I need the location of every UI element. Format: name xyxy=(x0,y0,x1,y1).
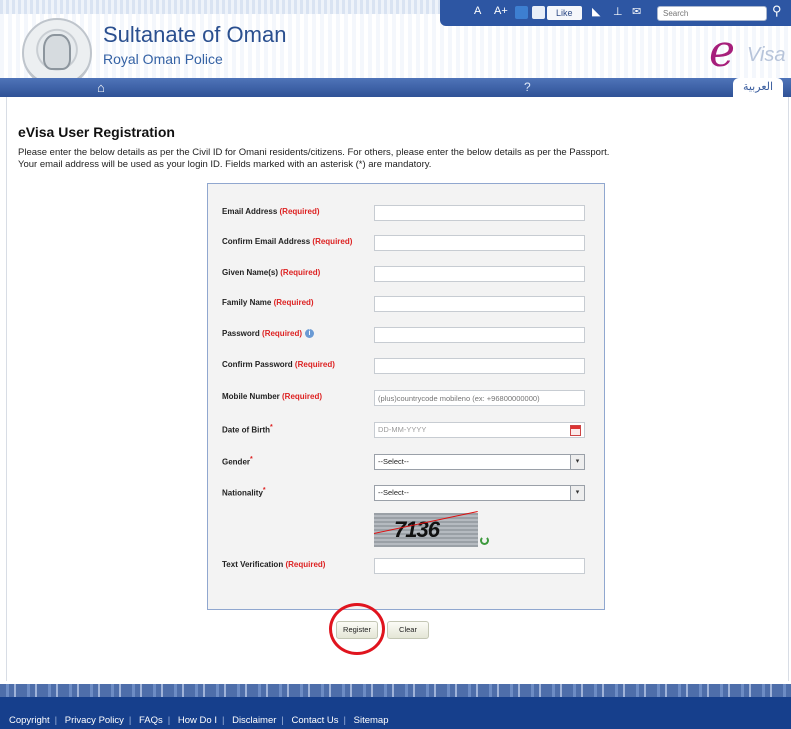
nationality-select[interactable]: --Select-- ▾ xyxy=(374,485,585,501)
footer-link-contact-us[interactable]: Contact Us xyxy=(292,715,339,726)
given-name-field[interactable] xyxy=(374,266,585,282)
confirm-password-field[interactable] xyxy=(374,358,585,374)
date-of-birth-placeholder: DD-MM-YYYY xyxy=(378,425,427,434)
help-link[interactable]: ? xyxy=(524,80,531,94)
site-header: Sultanate of Oman Royal Oman Police A A+… xyxy=(0,0,791,97)
password-field[interactable] xyxy=(374,327,585,343)
font-increase-button[interactable]: A+ xyxy=(494,5,508,17)
gender-label: Gender* xyxy=(222,456,253,467)
site-title: Sultanate of Oman xyxy=(103,22,287,47)
site-footer: Copyright | Privacy Policy | FAQs | How Do … xyxy=(0,697,791,729)
font-decrease-button[interactable]: A xyxy=(474,5,481,17)
rss-icon[interactable]: ◣ xyxy=(592,5,600,18)
page-title: eVisa User Registration xyxy=(18,124,175,140)
emblem-crest xyxy=(43,34,71,70)
chevron-down-icon[interactable]: ▾ xyxy=(570,455,584,469)
required-tag: (Required) xyxy=(312,237,353,246)
family-name-label: Family Name (Required) xyxy=(222,298,314,307)
text-verification-label: Text Verification (Required) xyxy=(222,560,326,569)
footer-link-sitemap[interactable]: Sitemap xyxy=(354,715,389,726)
required-tag: (Required) xyxy=(282,392,323,401)
footer-link-copyright[interactable]: Copyright xyxy=(9,715,50,726)
captcha-refresh-icon[interactable] xyxy=(480,536,489,545)
email-icon[interactable]: ✉ xyxy=(632,5,641,18)
intro-line-2: Your email address will be used as your … xyxy=(18,159,432,170)
intro-line-1: Please enter the below details as per th… xyxy=(18,147,610,158)
evisa-logo: e Visa xyxy=(703,26,789,77)
intro-text: Please enter the below details as per th… xyxy=(18,147,778,171)
footer-pattern xyxy=(0,684,791,697)
nationality-label: Nationality* xyxy=(222,487,266,498)
required-tag: (Required) xyxy=(294,360,335,369)
mobile-number-field[interactable] xyxy=(374,390,585,406)
given-name-label: Given Name(s) (Required) xyxy=(222,268,321,277)
calendar-icon[interactable] xyxy=(570,425,581,436)
content-right-border xyxy=(788,97,789,681)
gender-selected-value: --Select-- xyxy=(378,457,409,466)
footer-links: Copyright | Privacy Policy | FAQs | How Do … xyxy=(9,715,389,726)
highlight-annotation-circle xyxy=(329,603,385,655)
clear-button[interactable]: Clear xyxy=(387,621,429,639)
required-tag: (Required) xyxy=(280,268,321,277)
text-verification-field[interactable] xyxy=(374,558,585,574)
site-subtitle: Royal Oman Police xyxy=(103,51,223,67)
date-of-birth-field[interactable]: DD-MM-YYYY xyxy=(374,422,585,438)
email-field[interactable] xyxy=(374,205,585,221)
facebook-like-button[interactable]: Like xyxy=(547,6,582,20)
required-tag: (Required) xyxy=(273,298,314,307)
sitemap-icon[interactable]: ⊥ xyxy=(613,5,623,18)
footer-link-disclaimer[interactable]: Disclaimer xyxy=(232,715,276,726)
footer-link-how-do-i[interactable]: How Do I xyxy=(178,715,217,726)
search-icon[interactable]: ⚲ xyxy=(772,3,782,19)
confirm-email-field[interactable] xyxy=(374,235,585,251)
email-label: Email Address (Required) xyxy=(222,207,320,216)
home-icon[interactable]: ⌂ xyxy=(97,80,105,95)
required-tag: (Required) xyxy=(279,207,320,216)
arabic-language-tab[interactable]: العربية xyxy=(733,78,783,97)
gender-select[interactable]: --Select-- ▾ xyxy=(374,454,585,470)
twitter-icon[interactable] xyxy=(515,6,528,19)
confirm-password-label: Confirm Password (Required) xyxy=(222,360,335,369)
mobile-number-label: Mobile Number (Required) xyxy=(222,392,323,401)
evisa-logo-text: Visa xyxy=(747,44,786,66)
search-input[interactable] xyxy=(657,6,767,21)
footer-link-faqs[interactable]: FAQs xyxy=(139,715,163,726)
captcha-image: 7136 xyxy=(373,510,478,547)
password-info-icon[interactable]: i xyxy=(305,329,315,339)
required-tag: (Required) xyxy=(262,329,303,338)
password-label: Password (Required) i xyxy=(222,329,315,339)
family-name-field[interactable] xyxy=(374,296,585,312)
main-navbar: ⌂ ? xyxy=(0,78,791,97)
date-of-birth-label: Date of Birth* xyxy=(222,424,273,435)
nationality-selected-value: --Select-- xyxy=(378,488,409,497)
footer-link-privacy-policy[interactable]: Privacy Policy xyxy=(65,715,124,726)
content-left-border xyxy=(6,97,7,681)
confirm-email-label: Confirm Email Address (Required) xyxy=(222,237,353,246)
chevron-down-icon[interactable]: ▾ xyxy=(570,486,584,500)
required-tag: (Required) xyxy=(285,560,326,569)
share-icon[interactable] xyxy=(532,6,545,19)
registration-form: Email Address (Required) Confirm Email A… xyxy=(207,183,605,610)
evisa-logo-letter: e xyxy=(709,26,736,77)
